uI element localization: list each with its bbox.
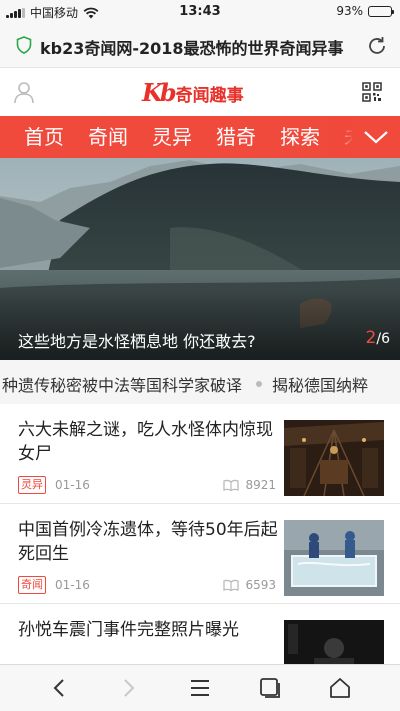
battery-percent: 93% (336, 4, 363, 18)
category-nav: 首页奇闻灵异猎奇探索未解 (0, 116, 400, 158)
status-bar: 中国移动 13:43 93% (0, 0, 400, 24)
article-title[interactable]: 中国首例冷冻遗体，等待50年后起死回生 (18, 518, 278, 566)
qr-code-icon[interactable] (362, 82, 382, 102)
article-meta: 奇闻 01-16 6593 (18, 576, 276, 594)
article-title[interactable]: 六大未解之谜，吃人水怪体内惊现女尸 (18, 418, 278, 466)
news-ticker: 种遗传秘密被中法等国科学家破译 揭秘德国纳粹 (0, 360, 400, 404)
article-item[interactable]: 中国首例冷冻遗体，等待50年后起死回生 奇闻 01-16 6593 (0, 504, 400, 604)
ticker-item[interactable]: 种遗传秘密被中法等国科学家破译 (2, 372, 242, 396)
logo-mark: Kb (142, 78, 177, 107)
menu-button[interactable] (187, 675, 213, 701)
hero-pager-current: 2 (365, 328, 377, 348)
hero-pager: 2/6 (366, 328, 390, 348)
views-count: 8921 (245, 478, 276, 492)
ticker-inner: 种遗传秘密被中法等国科学家破译 揭秘德国纳粹 (2, 372, 368, 396)
site-logo[interactable]: Kb 奇闻趣事 (142, 80, 244, 106)
article-date: 01-16 (55, 578, 90, 592)
article-title[interactable]: 孙悦车震门事件完整照片曝光 (18, 618, 278, 642)
site-header: Kb 奇闻趣事 (0, 68, 400, 116)
home-icon (330, 678, 350, 698)
reload-icon[interactable] (366, 35, 388, 57)
article-meta: 灵异 01-16 8921 (18, 476, 276, 494)
thumbnail-image (284, 420, 384, 496)
thumbnail-image (284, 520, 384, 596)
nav-item[interactable]: 首页 (0, 116, 76, 158)
status-right: 93% (336, 4, 394, 18)
book-icon (223, 579, 240, 591)
shield-icon (16, 36, 32, 54)
book-icon (223, 479, 240, 491)
user-icon[interactable] (12, 80, 36, 104)
url-title[interactable]: kb23奇闻网-2018最恐怖的世界奇闻异事 (40, 35, 356, 59)
tabs-icon (260, 678, 280, 698)
article-thumbnail[interactable] (284, 520, 384, 596)
article-item[interactable]: 六大未解之谜，吃人水怪体内惊现女尸 灵异 01-16 8921 (0, 404, 400, 504)
nav-more-button[interactable] (352, 116, 400, 158)
chevron-down-icon (364, 131, 388, 144)
battery-icon (368, 5, 394, 17)
article-date: 01-16 (55, 478, 90, 492)
article-views: 8921 (223, 478, 276, 492)
views-count: 6593 (245, 578, 276, 592)
article-tag[interactable]: 灵异 (18, 476, 46, 494)
ticker-dot (256, 381, 263, 387)
nav-item[interactable]: 猎奇 (204, 116, 268, 158)
article-views: 6593 (223, 578, 276, 592)
home-button[interactable] (327, 675, 353, 701)
nav-item[interactable]: 灵异 (140, 116, 204, 158)
nav-item[interactable]: 探索 (268, 116, 332, 158)
nav-item[interactable]: 奇闻 (76, 116, 140, 158)
back-button[interactable] (46, 675, 72, 701)
menu-icon (191, 680, 209, 696)
logo-text: 奇闻趣事 (175, 85, 244, 106)
hero-banner[interactable]: 这些地方是水怪栖息地 你还敢去? 2/6 (0, 158, 400, 360)
forward-icon (124, 679, 135, 697)
back-icon (53, 679, 64, 697)
article-tag[interactable]: 奇闻 (18, 576, 46, 594)
nav-items: 首页奇闻灵异猎奇探索未解 (0, 116, 396, 158)
article-thumbnail[interactable] (284, 420, 384, 496)
browser-toolbar (0, 664, 400, 711)
forward-button[interactable] (116, 675, 142, 701)
hero-caption: 这些地方是水怪栖息地 你还敢去? (18, 332, 256, 351)
tabs-button[interactable] (257, 675, 283, 701)
url-bar[interactable]: kb23奇闻网-2018最恐怖的世界奇闻异事 (0, 24, 400, 68)
ticker-item[interactable]: 揭秘德国纳粹 (272, 372, 368, 396)
hero-pager-total: /6 (376, 331, 390, 347)
